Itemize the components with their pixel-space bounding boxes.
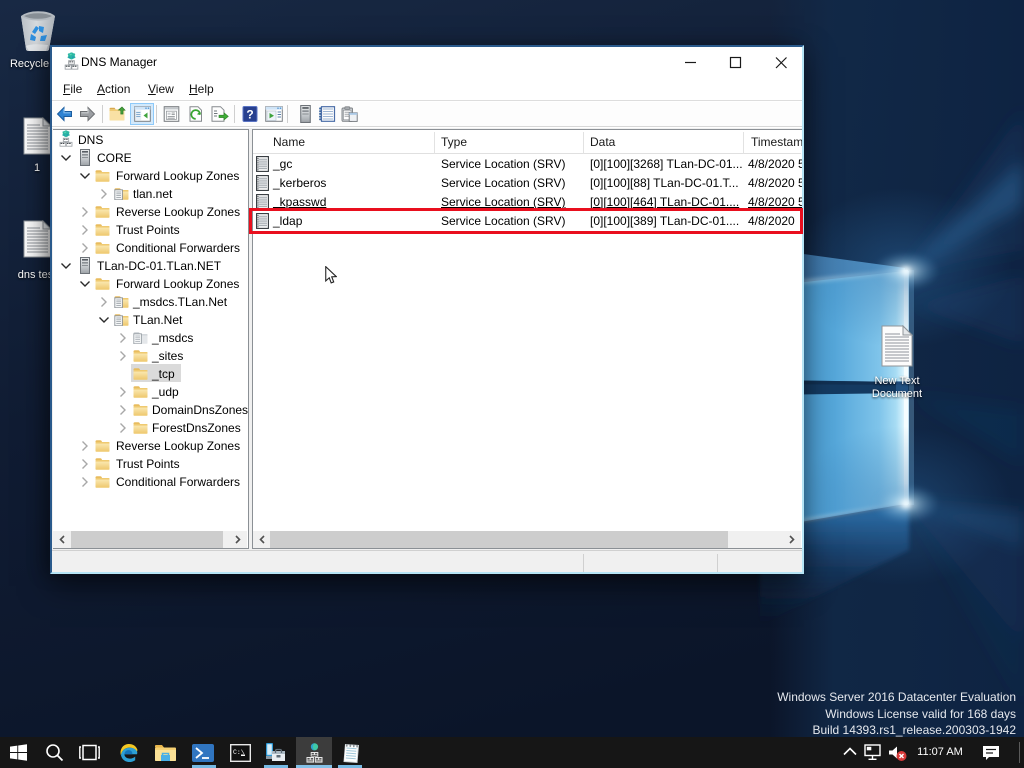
svg-text:?: ?: [246, 108, 253, 122]
